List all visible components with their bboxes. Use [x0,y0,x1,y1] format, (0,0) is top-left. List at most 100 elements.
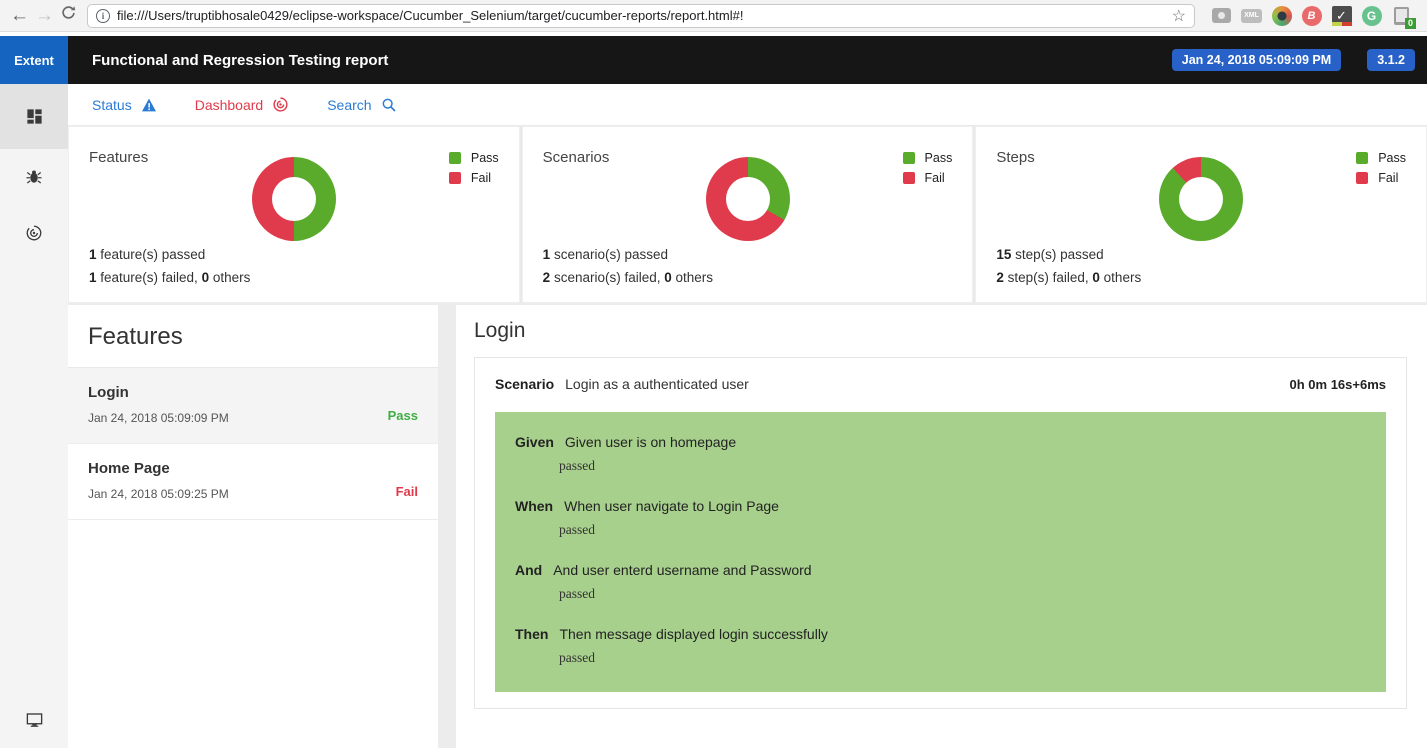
url-bar[interactable]: i file:///Users/truptibhosale0429/eclips… [87,4,1195,28]
feature-list-item-login[interactable]: Login Jan 24, 2018 05:09:09 PM Pass [68,368,438,444]
tab-dashboard-label: Dashboard [195,97,264,113]
report-header: Extent Functional and Regression Testing… [0,36,1427,84]
sidebar-item-testrunner-logs[interactable] [0,205,68,261]
tab-search-label: Search [327,97,371,113]
feature-status-badge: Fail [396,484,418,499]
bookmark-star-icon[interactable]: ☆ [1172,6,1186,26]
step-keyword: Given [515,434,554,450]
fail-legend-swatch [903,172,915,184]
browser-menu-icon[interactable]: ⋮⋮ [1421,9,1427,23]
scenarios-summary-card: Scenarios Pass Fail 1 scenario(s) passed… [522,126,974,303]
pass-legend-label: Pass [925,151,953,165]
step-text: Given user is on homepage [565,434,736,450]
step-text: When user navigate to Login Page [564,498,779,514]
grammarly-extension-icon[interactable]: G [1361,5,1382,26]
step-keyword: Then [515,626,548,642]
card-title: Steps [996,149,1034,166]
report-title: Functional and Regression Testing report [92,52,388,69]
scenario-card: Scenario Login as a authenticated user 0… [474,357,1407,709]
steps-block: Given Given user is on homepage passed W… [495,412,1386,692]
track-changes-icon [25,224,43,242]
page-info-icon[interactable]: i [96,9,110,23]
features-list-panel: Features Login Jan 24, 2018 05:09:09 PM … [68,305,438,748]
scenario-duration: 0h 0m 16s+6ms [1290,377,1386,392]
extent-logo[interactable]: Extent [0,36,68,84]
dashboard-grid-icon [25,107,44,126]
step-status: passed [559,586,1366,602]
pass-legend-swatch [449,152,461,164]
step-text: Then message displayed login successfull… [559,626,827,642]
card-title: Features [89,149,148,166]
monitor-icon [25,711,44,729]
view-switcher: Status Dashboard Search [68,84,1427,126]
report-timestamp-badge: Jan 24, 2018 05:09:09 PM [1172,49,1341,71]
step-when: When When user navigate to Login Page pa… [515,498,1366,538]
back-icon[interactable]: ← [10,1,29,31]
features-panel-title: Features [68,305,438,368]
card-title: Scenarios [543,149,610,166]
steps-donut-chart [1159,157,1243,241]
feature-name: Home Page [88,460,418,477]
scenarios-donut-chart [706,157,790,241]
step-keyword: When [515,498,553,514]
steps-summary-card: Steps Pass Fail 15 step(s) passed 2 step… [975,126,1427,303]
feature-detail-title: Login [474,319,1407,343]
card-stats: 1 scenario(s) passed 2 scenario(s) faile… [543,243,713,290]
tab-dashboard[interactable]: Dashboard [195,96,290,113]
fail-legend-swatch [1356,172,1368,184]
donut-hole [1179,177,1223,221]
sidebar-item-display[interactable] [0,692,68,748]
card-stats: 15 step(s) passed 2 step(s) failed, 0 ot… [996,243,1141,290]
search-icon [381,97,397,113]
screenshot-extension-icon[interactable] [1211,5,1232,26]
step-given: Given Given user is on homepage passed [515,434,1366,474]
step-status: passed [559,458,1366,474]
scenario-header[interactable]: Scenario Login as a authenticated user 0… [495,376,1386,392]
bug-icon [25,168,43,186]
scenario-keyword: Scenario [495,376,554,392]
card-stats: 1 feature(s) passed 1 feature(s) failed,… [89,243,250,290]
step-then: Then Then message displayed login succes… [515,626,1366,666]
feature-status-badge: Pass [388,408,418,423]
feature-date: Jan 24, 2018 05:09:09 PM [88,411,418,425]
clipboard-extension-icon[interactable]: 0 [1391,5,1412,26]
pass-legend-label: Pass [471,151,499,165]
donut-hole [726,177,770,221]
summary-charts-row: Features Pass Fail 1 feature(s) passed 1… [68,126,1427,303]
sidebar [0,84,68,748]
xml-extension-icon[interactable]: XML [1241,5,1262,26]
step-text: And user enterd username and Password [553,562,811,578]
tab-status[interactable]: Status [92,97,157,113]
chart-legend: Pass Fail [449,151,499,191]
fail-legend-swatch [449,172,461,184]
b-extension-icon[interactable]: B [1301,5,1322,26]
sidebar-spacer [0,261,68,692]
fail-legend-label: Fail [925,171,945,185]
tab-search[interactable]: Search [327,97,396,113]
pass-legend-swatch [903,152,915,164]
version-badge: 3.1.2 [1367,49,1415,71]
reload-icon[interactable] [60,1,77,31]
feature-date: Jan 24, 2018 05:09:25 PM [88,487,418,501]
warning-triangle-icon [141,98,157,112]
step-status: passed [559,522,1366,538]
features-donut-chart [252,157,336,241]
tab-status-label: Status [92,97,132,113]
sidebar-item-dashboard[interactable] [0,84,68,149]
rings-extension-icon[interactable] [1271,5,1292,26]
feature-list-item-home-page[interactable]: Home Page Jan 24, 2018 05:09:25 PM Fail [68,444,438,520]
scenario-name: Login as a authenticated user [565,376,749,392]
pass-legend-swatch [1356,152,1368,164]
browser-toolbar: ← → i file:///Users/truptibhosale0429/ec… [0,0,1427,32]
feature-detail-panel: Login Scenario Login as a authenticated … [456,305,1427,748]
step-status: passed [559,650,1366,666]
sidebar-item-exceptions[interactable] [0,149,68,205]
feature-name: Login [88,384,418,401]
forward-icon[interactable]: → [35,1,54,31]
fail-legend-label: Fail [471,171,491,185]
donut-hole [272,177,316,221]
dashboard-swirl-icon [272,96,289,113]
url-text[interactable]: file:///Users/truptibhosale0429/eclipse-… [117,8,1165,23]
panel-gap [438,305,456,748]
checkmark-extension-icon[interactable]: ✓ [1331,5,1352,26]
